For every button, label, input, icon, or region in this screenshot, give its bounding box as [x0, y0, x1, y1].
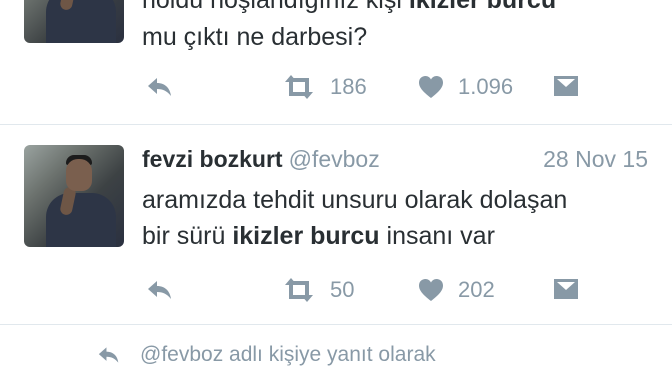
tweet-text-line-2: mu çıktı ne darbesi? — [142, 20, 367, 54]
tweet-text: holdu hoşlandığınız kişi ikizler burcu — [142, 0, 556, 17]
tweet-date[interactable]: 28 Nov 15 — [543, 146, 648, 173]
retweet-button[interactable]: 50 — [282, 277, 354, 303]
retweet-icon — [285, 75, 313, 99]
avatar[interactable] — [24, 0, 124, 43]
heart-icon — [419, 279, 443, 301]
direct-message-button[interactable] — [552, 277, 580, 301]
direct-message-button[interactable] — [552, 74, 580, 98]
like-button[interactable]: 202 — [418, 277, 495, 303]
tweet-text-segment: bir sürü — [142, 222, 233, 250]
tweet-text-highlight: ikizler burcu — [232, 222, 380, 250]
retweet-button[interactable]: 186 — [282, 74, 367, 100]
tweet-text-highlight: ikizler burcu — [408, 0, 557, 14]
tweet-text-line-2: bir sürü ikizler burcu insanı var — [142, 219, 495, 253]
like-count: 1.096 — [458, 74, 514, 99]
reply-context[interactable]: @fevboz adlı kişiye yanıt olarak — [96, 343, 436, 367]
retweet-count: 50 — [330, 277, 355, 302]
divider — [0, 324, 672, 325]
tweet-text-segment: mu çıktı ne darbesi? — [142, 23, 368, 51]
tweet-header: fevzi bozkurt @fevboz 28 Nov 15 — [142, 146, 648, 176]
author-handle[interactable]: @fevboz — [289, 146, 380, 172]
heart-icon — [419, 76, 443, 98]
tweet-text-segment: aramızda tehdit unsuru olarak dolaşan — [142, 186, 568, 214]
reply-context-text: @fevboz adlı kişiye yanıt olarak — [140, 343, 436, 366]
tweet-actions: 186 1.096 — [142, 74, 582, 104]
retweet-icon — [285, 278, 313, 302]
tweet-actions: 50 202 — [142, 277, 582, 307]
like-button[interactable]: 1.096 — [418, 74, 513, 100]
direct-message-icon — [554, 279, 578, 299]
retweet-count: 186 — [330, 74, 367, 99]
avatar[interactable] — [24, 145, 124, 247]
direct-message-icon — [554, 76, 578, 96]
tweet-text-segment: insanı var — [379, 222, 495, 250]
reply-icon — [148, 281, 171, 299]
tweet-text: aramızda tehdit unsuru olarak dolaşan — [142, 183, 567, 217]
reply-icon — [98, 347, 119, 363]
reply-icon — [148, 78, 171, 96]
reply-button[interactable] — [146, 74, 174, 100]
like-count: 202 — [458, 277, 495, 302]
author-name[interactable]: fevzi bozkurt — [142, 146, 283, 172]
divider — [0, 124, 672, 125]
tweet-text-segment: holdu hoşlandığınız kişi — [142, 0, 409, 14]
reply-button[interactable] — [146, 277, 174, 303]
